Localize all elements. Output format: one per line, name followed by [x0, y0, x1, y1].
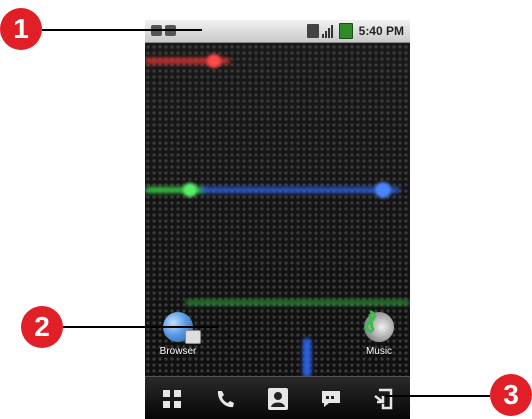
browser-label: Browser	[159, 346, 197, 357]
callout-3: 3	[490, 374, 532, 416]
wallpaper-streak-blue-vertical	[303, 338, 311, 378]
music-icon	[364, 310, 394, 342]
wallpaper-glow-red	[207, 54, 221, 68]
wallpaper-glow-green	[183, 183, 197, 197]
exit-button[interactable]	[371, 386, 397, 412]
phone-button[interactable]	[212, 386, 238, 412]
contacts-icon	[267, 387, 288, 410]
sync-icon	[306, 24, 319, 38]
music-label: Music	[365, 346, 393, 357]
dock-bar	[145, 376, 410, 419]
phone-screen: 5:40 PM Browser Music	[145, 20, 410, 419]
wallpaper-glow-blue	[375, 182, 391, 198]
wallpaper-streak-blue	[200, 187, 400, 193]
signal-bars-icon	[321, 24, 336, 38]
battery-icon	[338, 23, 353, 39]
contacts-button[interactable]	[265, 386, 291, 412]
messaging-button[interactable]	[318, 386, 344, 412]
status-bar: 5:40 PM	[145, 20, 410, 43]
exit-icon	[373, 388, 392, 409]
wallpaper-streak-green-lower	[185, 300, 410, 305]
messaging-icon	[321, 390, 340, 407]
callout-2-leader	[63, 326, 218, 328]
status-indicators: 5:40 PM	[306, 23, 404, 39]
apps-grid-icon	[162, 389, 181, 408]
browser-shortcut[interactable]: Browser	[148, 312, 208, 357]
callout-3-leader	[385, 395, 490, 397]
callout-1: 1	[0, 8, 42, 50]
callout-2: 2	[21, 306, 63, 348]
apps-grid-button[interactable]	[159, 386, 185, 412]
music-shortcut[interactable]: Music	[349, 310, 409, 357]
callout-1-leader	[42, 29, 202, 31]
status-time: 5:40 PM	[358, 24, 404, 38]
phone-icon	[217, 390, 234, 407]
